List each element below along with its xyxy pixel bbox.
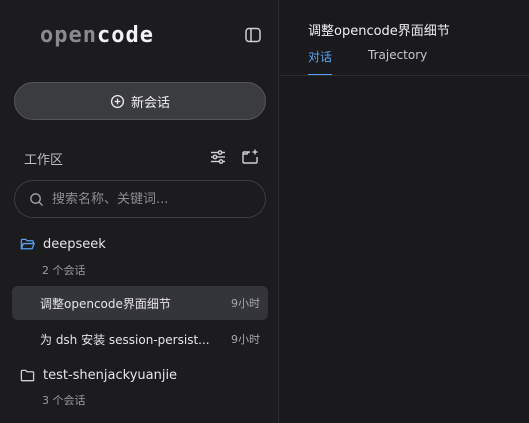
folder-open-icon [20,238,35,250]
filter-settings-icon[interactable] [209,148,227,166]
folder-icon [20,369,35,382]
tab-divider [280,75,529,76]
group-session-count: 3 个会话 [42,394,86,407]
logo-code-text: code [96,23,154,48]
tab-trajectory[interactable]: Trajectory [368,48,427,76]
group-name: test-shenjackyuanjie [43,368,178,383]
main-panel: 调整opencode界面细节 对话 Trajectory [280,0,529,423]
app-logo: open code [40,23,154,48]
search-box [14,180,266,218]
session-item[interactable]: 为 dsh 安装 session-persist... 9小时 [12,322,268,356]
session-item[interactable]: 调整opencode界面细节 9小时 [12,286,268,320]
new-chat-label: 新会话 [130,95,170,111]
conversation-title: 调整opencode界面细节 [308,24,450,39]
new-chat-button[interactable]: 新会话 [14,82,266,120]
search-icon [30,192,44,206]
workspace-label: 工作区 [24,153,64,168]
session-title: 调整opencode界面细节 [40,296,171,311]
session-time: 9小时 [231,297,260,310]
search-input[interactable] [52,191,252,207]
session-title: 为 dsh 安装 session-persist... [40,332,210,347]
sidebar-toggle-icon[interactable] [244,26,262,44]
group-session-count: 2 个会话 [42,264,86,277]
logo-open-text: open [40,23,97,48]
tab-bar: 对话 Trajectory [308,48,427,76]
tab-conversation[interactable]: 对话 [308,48,333,76]
workspace-group-test-shenjackyuanjie[interactable]: test-shenjackyuanjie [20,368,177,383]
sidebar: open code 新会话 工作区 搜索名称、关键词... deepseek 2… [0,0,279,423]
group-name: deepseek [43,237,106,252]
plus-circle-icon [110,94,125,108]
workspace-group-deepseek[interactable]: deepseek [20,237,106,252]
add-folder-icon[interactable] [241,148,259,166]
session-time: 9小时 [231,333,260,346]
